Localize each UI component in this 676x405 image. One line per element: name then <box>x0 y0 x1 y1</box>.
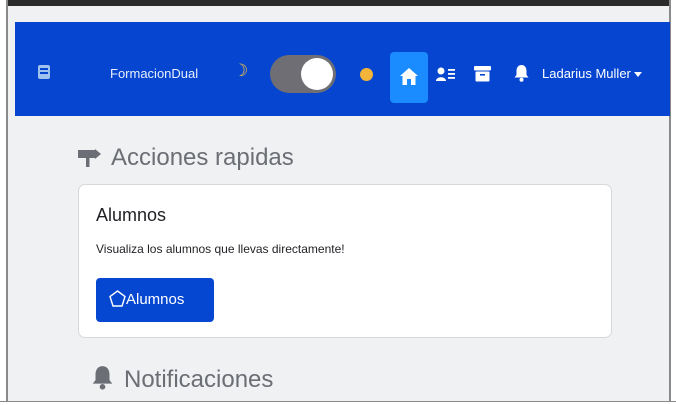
card-text: Visualiza los alumnos que llevas directa… <box>96 242 345 256</box>
window-frame-top <box>0 0 676 6</box>
navbar-brand[interactable]: FormacionDual <box>110 66 198 81</box>
alumnos-button-label: Alumnos <box>126 291 185 308</box>
archive-icon[interactable] <box>474 66 491 82</box>
bell-icon[interactable] <box>514 65 529 82</box>
logo-icon[interactable] <box>38 65 50 79</box>
top-navbar: FormacionDual ☽ Ladarius Muller <box>15 22 670 116</box>
pentagon-icon <box>109 290 126 307</box>
user-name: Ladarius Muller <box>542 66 631 81</box>
window-frame-right <box>669 0 676 405</box>
window-frame-bottom <box>0 401 676 405</box>
theme-toggle[interactable] <box>270 55 336 93</box>
alumnos-card: Alumnos Visualiza los alumnos que llevas… <box>78 184 612 338</box>
user-menu[interactable]: Ladarius Muller <box>542 66 642 81</box>
quick-actions-title: Acciones rapidas <box>111 144 294 171</box>
caret-down-icon <box>633 72 642 78</box>
sun-icon <box>360 68 373 81</box>
alumnos-button[interactable]: Alumnos <box>96 278 214 322</box>
window-frame-left <box>0 0 8 405</box>
notifications-title: Notificaciones <box>124 366 274 393</box>
home-button[interactable] <box>390 52 428 103</box>
home-icon <box>400 68 418 85</box>
moon-icon: ☽ <box>233 61 249 80</box>
bell-icon <box>92 366 113 390</box>
signpost-icon <box>78 149 101 167</box>
card-title: Alumnos <box>96 205 167 225</box>
toggle-knob <box>301 58 333 90</box>
user-list-icon[interactable] <box>436 67 455 82</box>
